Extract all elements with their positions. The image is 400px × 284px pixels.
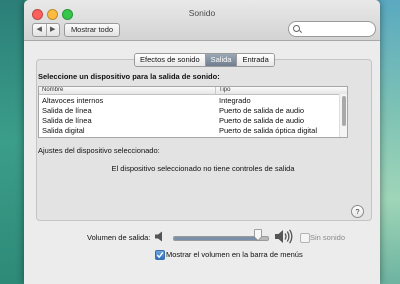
help-button[interactable]: ? (351, 205, 364, 218)
tab-input[interactable]: Entrada (237, 54, 274, 66)
back-forward-buttons: ◀ ▶ (32, 23, 60, 37)
tab-bar: Efectos de sonido Salida Entrada (134, 53, 275, 67)
search-icon (293, 25, 300, 32)
desktop-background-left (0, 0, 24, 284)
device-type: Puerto de salida de audio (219, 106, 305, 115)
device-name: Salida digital (42, 126, 85, 135)
table-row[interactable]: Altavoces internos Integrado (39, 96, 339, 106)
mute-checkbox[interactable] (300, 233, 310, 243)
table-header: Nombre Tipo (39, 87, 347, 95)
mute-label: Sin sonido (310, 233, 346, 242)
column-header-type[interactable]: Tipo (215, 87, 230, 94)
chevron-right-icon[interactable]: ▶ (47, 24, 60, 36)
output-device-heading: Seleccione un dispositivo para la salida… (38, 72, 220, 81)
table-scrollbar[interactable] (339, 94, 347, 137)
table-row[interactable]: Salida de línea Puerto de salida de audi… (39, 106, 339, 116)
device-type: Integrado (219, 96, 251, 105)
search-input[interactable] (303, 23, 373, 35)
output-volume-label: Volumen de salida: (87, 233, 151, 242)
sound-preferences-window: Sonido ◀ ▶ Mostrar todo Efectos de sonid… (24, 0, 380, 284)
show-volume-in-menubar-checkbox[interactable] (155, 250, 165, 260)
volume-slider-fill (174, 237, 259, 240)
table-row[interactable]: Salida digital Puerto de salida óptica d… (39, 126, 339, 136)
show-volume-in-menubar-label: Mostrar el volumen en la barra de menús (166, 250, 303, 259)
speaker-high-icon (275, 229, 293, 244)
tab-content-panel (36, 59, 372, 221)
device-name: Altavoces internos (42, 96, 104, 105)
scrollbar-thumb[interactable] (342, 96, 346, 126)
device-name: Salida de línea (42, 106, 92, 115)
title-bar: Sonido ◀ ▶ Mostrar todo (24, 0, 380, 41)
search-field[interactable] (288, 21, 376, 37)
tab-output[interactable]: Salida (205, 54, 238, 66)
output-device-table: Nombre Tipo Altavoces internos Integrado… (38, 86, 348, 138)
device-type: Puerto de salida de audio (219, 116, 305, 125)
show-all-button[interactable]: Mostrar todo (64, 23, 120, 37)
no-controls-message: El dispositivo seleccionado no tiene con… (111, 164, 295, 173)
device-name: Salida de línea (42, 116, 92, 125)
column-header-name[interactable]: Nombre (42, 87, 63, 94)
speaker-low-icon (155, 231, 162, 242)
device-settings-label: Ajustes del dispositivo seleccionado: (38, 146, 160, 155)
device-type: Puerto de salida óptica digital (219, 126, 317, 135)
checkmark-icon (156, 252, 164, 259)
chevron-left-icon[interactable]: ◀ (33, 24, 47, 36)
tab-sound-effects[interactable]: Efectos de sonido (135, 54, 206, 66)
window-title: Sonido (188, 8, 216, 18)
table-row[interactable]: Salida de línea Puerto de salida de audi… (39, 116, 339, 126)
volume-slider-knob[interactable] (254, 229, 262, 241)
